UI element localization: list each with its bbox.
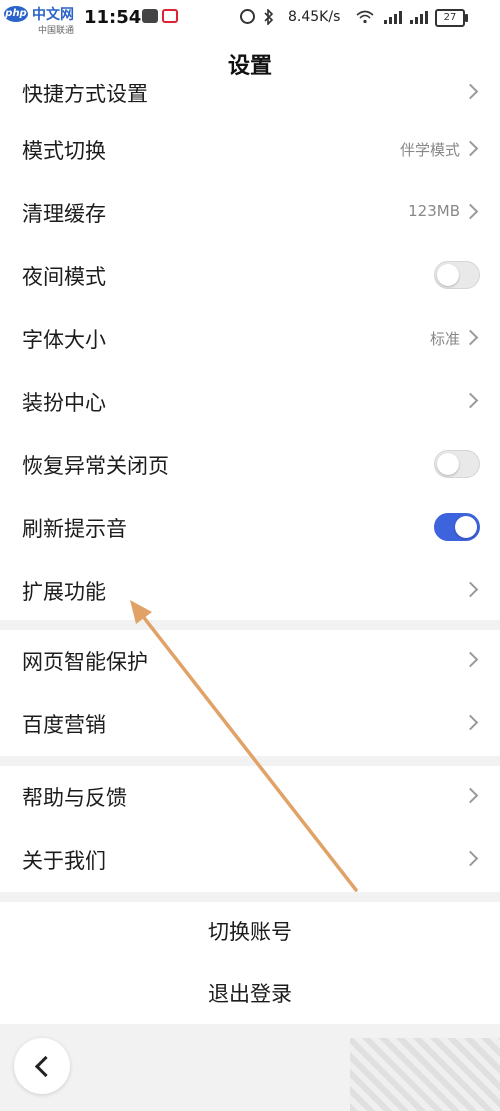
app-badge-icon bbox=[162, 9, 178, 23]
back-arrow-icon bbox=[34, 1055, 57, 1078]
toggle-knob bbox=[437, 453, 459, 475]
status-time: 11:54 bbox=[84, 7, 142, 28]
chevron-right-icon bbox=[462, 787, 479, 804]
row-value: 123MB bbox=[408, 202, 460, 220]
status-bar: php 中文网 中国联通 11:54 8.45K/s 27 bbox=[0, 0, 500, 40]
site-logo: php 中文网 中国联通 bbox=[4, 4, 90, 36]
row-label: 扩展功能 bbox=[22, 580, 106, 604]
toggle-knob bbox=[455, 516, 477, 538]
refresh-sound-toggle[interactable] bbox=[434, 513, 480, 541]
signal-icon-1 bbox=[380, 9, 402, 24]
row-label: 网页智能保护 bbox=[22, 650, 148, 674]
chevron-right-icon bbox=[462, 203, 479, 220]
chevron-right-icon bbox=[462, 84, 479, 100]
chevron-right-icon bbox=[462, 651, 479, 668]
wifi-icon bbox=[356, 9, 374, 24]
page-title: 设置 bbox=[227, 54, 272, 79]
logo-site-name: 中文网 bbox=[32, 7, 74, 23]
restore-pages-toggle[interactable] bbox=[434, 450, 480, 478]
logout-button[interactable]: 退出登录 bbox=[0, 964, 500, 1024]
logo-badge: php bbox=[4, 6, 28, 22]
row-value: 标准 bbox=[429, 330, 460, 348]
row-value: 伴学模式 bbox=[399, 141, 460, 159]
settings-row-clear-cache[interactable]: 清理缓存 123MB bbox=[0, 182, 500, 245]
settings-row-font-size[interactable]: 字体大小 标准 bbox=[0, 308, 500, 371]
back-button[interactable] bbox=[14, 1038, 70, 1094]
settings-group-security: 网页智能保护 百度营销 bbox=[0, 630, 500, 756]
row-label: 恢复异常关闭页 bbox=[22, 454, 169, 478]
chevron-right-icon bbox=[462, 392, 479, 409]
row-label: 夜间模式 bbox=[22, 265, 106, 289]
network-speed: 8.45K/s bbox=[288, 9, 341, 25]
chevron-right-icon bbox=[462, 714, 479, 731]
chevron-right-icon bbox=[462, 581, 479, 598]
settings-row-extensions[interactable]: 扩展功能 bbox=[0, 560, 500, 620]
row-label: 清理缓存 bbox=[22, 202, 106, 226]
row-label: 帮助与反馈 bbox=[22, 786, 127, 810]
chevron-right-icon bbox=[462, 140, 479, 157]
row-label: 刷新提示音 bbox=[22, 517, 127, 541]
chevron-right-icon bbox=[462, 329, 479, 346]
settings-row-about-us[interactable]: 关于我们 bbox=[0, 829, 500, 892]
settings-row-help-feedback[interactable]: 帮助与反馈 bbox=[0, 766, 500, 829]
account-actions: 切换账号 退出登录 bbox=[0, 902, 500, 1024]
row-label: 快捷方式设置 bbox=[22, 84, 148, 106]
battery-indicator: 27 bbox=[435, 9, 468, 27]
switch-account-button[interactable]: 切换账号 bbox=[0, 902, 500, 962]
settings-row-night-mode: 夜间模式 bbox=[0, 245, 500, 308]
watermark-image bbox=[350, 1038, 500, 1111]
settings-row-theme-center[interactable]: 装扮中心 bbox=[0, 371, 500, 434]
row-label: 字体大小 bbox=[22, 328, 106, 352]
row-label: 模式切换 bbox=[22, 139, 106, 163]
signal-icon-2 bbox=[406, 9, 428, 24]
row-label: 百度营销 bbox=[22, 713, 106, 737]
carrier-name: 中国联通 bbox=[38, 26, 75, 36]
bluetooth-icon bbox=[262, 8, 278, 26]
settings-row-mode-switch[interactable]: 模式切换 伴学模式 bbox=[0, 119, 500, 182]
row-label: 装扮中心 bbox=[22, 391, 106, 415]
settings-group-about: 帮助与反馈 关于我们 bbox=[0, 766, 500, 892]
settings-row-refresh-sound: 刷新提示音 bbox=[0, 497, 500, 560]
alarm-icon bbox=[240, 9, 255, 24]
settings-group-general: 快捷方式设置 模式切换 伴学模式 清理缓存 123MB 夜间模式 字体大小 标准… bbox=[0, 84, 500, 620]
bottom-navigation bbox=[0, 1024, 500, 1111]
settings-row-restore-closed-pages: 恢复异常关闭页 bbox=[0, 434, 500, 497]
night-mode-toggle[interactable] bbox=[434, 261, 480, 289]
page-header: 设置 bbox=[0, 40, 500, 84]
toggle-knob bbox=[437, 264, 459, 286]
app-notification-icon bbox=[142, 9, 158, 23]
row-label: 关于我们 bbox=[22, 849, 106, 873]
settings-row-baidu-marketing[interactable]: 百度营销 bbox=[0, 693, 500, 756]
chevron-right-icon bbox=[462, 850, 479, 867]
settings-row-web-protection[interactable]: 网页智能保护 bbox=[0, 630, 500, 693]
